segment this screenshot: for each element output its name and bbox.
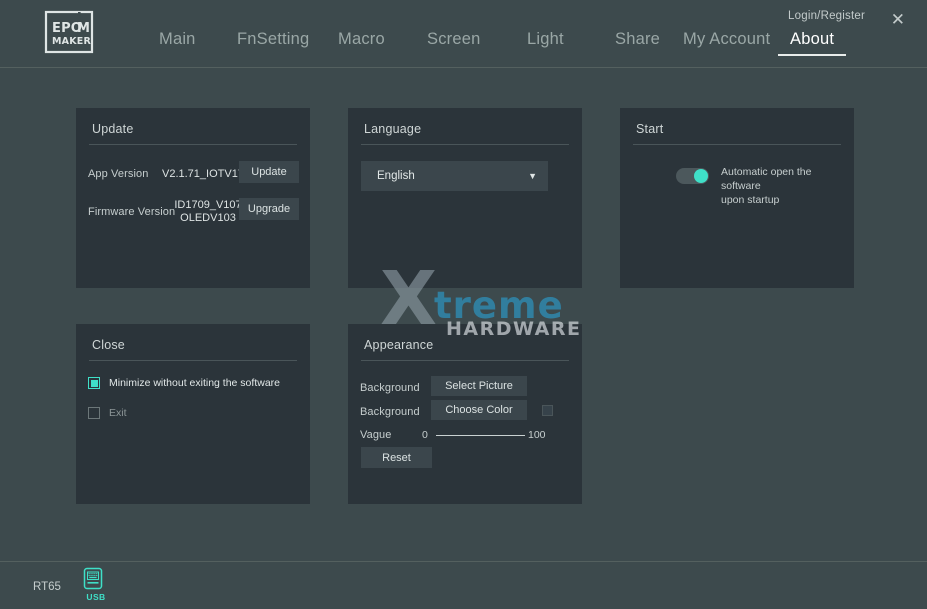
exit-label: Exit (109, 407, 127, 419)
firmware-version-value-line1: ID1709_V107 (172, 199, 244, 211)
vague-min-value: 0 (422, 429, 428, 441)
vague-max-value: 100 (528, 429, 546, 441)
tab-share[interactable]: Share (615, 30, 660, 54)
vague-slider[interactable] (436, 435, 525, 436)
app-header: EPO M MAKER Login/Register ✕ Main FnSett… (0, 0, 927, 68)
firmware-version-value-line2: OLEDV103 (172, 212, 244, 224)
update-button[interactable]: Update (239, 161, 299, 183)
tab-macro[interactable]: Macro (338, 30, 385, 54)
tab-light[interactable]: Light (527, 30, 564, 54)
color-swatch-preview[interactable] (542, 405, 553, 416)
start-panel-title: Start (636, 122, 663, 136)
language-panel-title: Language (364, 122, 421, 136)
update-panel: Update App Version V2.1.71_IOTV177 Updat… (76, 108, 310, 288)
exit-option-row[interactable]: Exit (88, 407, 127, 419)
auto-start-toggle[interactable] (676, 168, 709, 184)
language-panel: Language English ▼ (348, 108, 582, 288)
choose-color-button[interactable]: Choose Color (431, 400, 527, 420)
appearance-panel-divider (361, 360, 569, 361)
language-dropdown[interactable]: English ▼ (361, 161, 548, 191)
tab-main[interactable]: Main (159, 30, 196, 54)
connected-device-name: RT65 (33, 581, 61, 593)
auto-start-label: Automatic open the software upon startup (721, 165, 841, 207)
close-panel-title: Close (92, 338, 125, 352)
tab-fnsetting[interactable]: FnSetting (237, 30, 309, 54)
epomaker-driver-window: EPO M MAKER Login/Register ✕ Main FnSett… (0, 0, 927, 609)
tab-screen[interactable]: Screen (427, 30, 480, 54)
appearance-panel-title: Appearance (364, 338, 433, 352)
checkbox-fill (91, 380, 98, 387)
auto-start-label-line2: upon startup (721, 193, 841, 207)
background-color-label: Background (360, 406, 420, 418)
usb-device-indicator[interactable]: USB (81, 566, 111, 604)
usb-label: USB (81, 592, 111, 602)
tab-about[interactable]: About (778, 30, 846, 56)
login-register-link[interactable]: Login/Register (788, 10, 865, 22)
upgrade-button[interactable]: Upgrade (239, 198, 299, 220)
background-picture-label: Background (360, 382, 420, 394)
toggle-knob (694, 169, 708, 183)
app-version-label: App Version (88, 168, 148, 180)
language-selected-value: English (377, 170, 415, 182)
minimize-option-row[interactable]: Minimize without exiting the software (88, 377, 280, 389)
close-icon[interactable]: ✕ (887, 8, 909, 30)
vague-label: Vague (360, 429, 392, 441)
chevron-down-icon: ▼ (528, 171, 537, 181)
firmware-version-label: Firmware Version (88, 206, 175, 218)
exit-checkbox[interactable] (88, 407, 100, 419)
appearance-reset-button[interactable]: Reset (361, 447, 432, 468)
appearance-panel: Appearance Background Select Picture Bac… (348, 324, 582, 504)
update-panel-divider (89, 144, 297, 145)
watermark-treme: treme (434, 284, 564, 327)
close-panel: Close Minimize without exiting the softw… (76, 324, 310, 504)
start-panel-divider (633, 144, 841, 145)
minimize-label: Minimize without exiting the software (109, 377, 280, 389)
app-version-value: V2.1.71_IOTV177 (162, 168, 250, 180)
start-panel: Start Automatic open the software upon s… (620, 108, 854, 288)
close-panel-divider (89, 360, 297, 361)
main-navigation: Main FnSetting Macro Screen Light Share … (0, 30, 927, 68)
tab-my-account[interactable]: My Account (683, 30, 770, 54)
minimize-checkbox[interactable] (88, 377, 100, 389)
language-panel-divider (361, 144, 569, 145)
select-picture-button[interactable]: Select Picture (431, 376, 527, 396)
update-panel-title: Update (92, 122, 134, 136)
auto-start-label-line1: Automatic open the software (721, 165, 841, 193)
status-bar: RT65 Reset Configuration: RT65_1 (0, 561, 927, 609)
